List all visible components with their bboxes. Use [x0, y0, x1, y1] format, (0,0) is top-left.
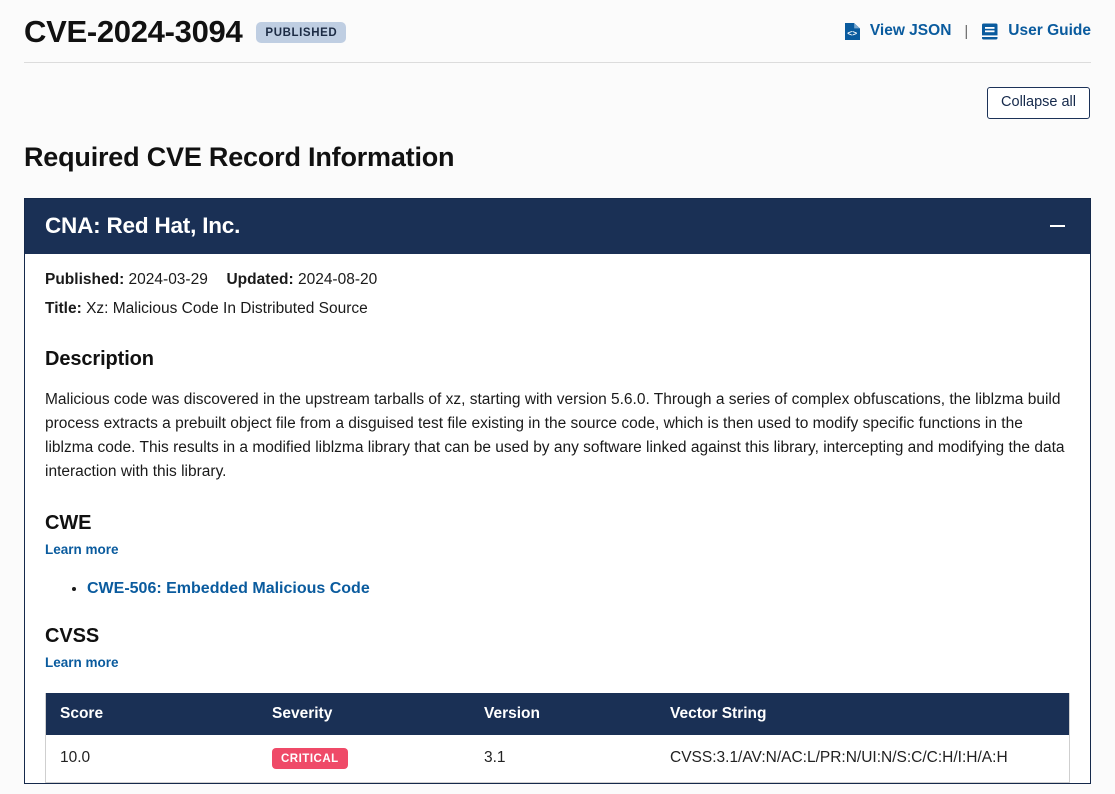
minus-icon[interactable] [1046, 215, 1068, 237]
cvss-table-body: 10.0 CRITICAL 3.1 CVSS:3.1/AV:N/AC:L/PR:… [46, 734, 1069, 782]
published-label: Published: [45, 270, 125, 288]
description-heading: Description [45, 347, 154, 370]
header-title-group: CVE-2024-3094 PUBLISHED [24, 13, 347, 49]
header-divider: | [964, 22, 969, 40]
view-json-link[interactable]: <> View JSON [844, 22, 952, 41]
status-badge: PUBLISHED [256, 21, 347, 43]
cell-severity: CRITICAL [258, 734, 470, 782]
cvss-table: Score Severity Version Vector String 10.… [46, 692, 1069, 782]
collapse-all-button[interactable]: Collapse all [987, 87, 1090, 119]
toolbar: Collapse all [0, 63, 1115, 119]
updated-label: Updated: [226, 270, 294, 288]
cna-panel: CNA: Red Hat, Inc. Published: 2024-03-29… [24, 197, 1091, 784]
section-title: Required CVE Record Information [24, 141, 455, 172]
severity-badge: CRITICAL [272, 747, 348, 769]
view-json-label: View JSON [869, 22, 952, 39]
title-label: Title: [45, 299, 82, 317]
title-value: Xz: Malicious Code In Distributed Source [86, 299, 368, 317]
page-header: CVE-2024-3094 PUBLISHED <> View JSON | U… [0, 0, 1115, 62]
record-title-line: Title: Xz: Malicious Code In Distributed… [45, 297, 1070, 321]
cna-panel-header[interactable]: CNA: Red Hat, Inc. [25, 198, 1090, 254]
cwe-heading: CWE [45, 511, 92, 534]
list-item: CWE-506: Embedded Malicious Code [87, 580, 1070, 598]
cvss-learn-more-link[interactable]: Learn more [45, 655, 119, 670]
table-header-row: Score Severity Version Vector String [46, 692, 1069, 735]
column-header-severity: Severity [258, 692, 470, 735]
cwe-learn-more-link[interactable]: Learn more [45, 542, 119, 557]
page-title: CVE-2024-3094 [24, 13, 243, 49]
updated-value: 2024-08-20 [297, 270, 378, 288]
cvss-heading: CVSS [45, 624, 100, 647]
column-header-vector-string: Vector String [656, 692, 1069, 735]
cna-panel-title: CNA: Red Hat, Inc. [45, 213, 241, 239]
cna-panel-body: Published: 2024-03-29 Updated: 2024-08-2… [25, 254, 1090, 783]
cell-vector-string: CVSS:3.1/AV:N/AC:L/PR:N/UI:N/S:C/C:H/I:H… [656, 734, 1069, 782]
table-row: 10.0 CRITICAL 3.1 CVSS:3.1/AV:N/AC:L/PR:… [46, 734, 1069, 782]
cell-score: 10.0 [46, 734, 258, 782]
cvss-table-head: Score Severity Version Vector String [46, 692, 1069, 735]
svg-text:<>: <> [847, 28, 857, 38]
cwe-list: CWE-506: Embedded Malicious Code [45, 580, 1070, 598]
file-code-icon: <> [844, 22, 861, 41]
user-guide-link[interactable]: User Guide [981, 22, 1091, 41]
book-icon [981, 22, 999, 41]
column-header-version: Version [470, 692, 656, 735]
user-guide-label: User Guide [1008, 22, 1091, 39]
header-actions: <> View JSON | User Guide [844, 22, 1091, 41]
published-value: 2024-03-29 [128, 270, 208, 288]
record-dates: Published: 2024-03-29 Updated: 2024-08-2… [45, 268, 1070, 292]
description-text: Malicious code was discovered in the ups… [45, 390, 1065, 481]
cvss-table-container: Score Severity Version Vector String 10.… [45, 692, 1070, 783]
cell-version: 3.1 [470, 734, 656, 782]
cwe-item-link[interactable]: CWE-506: Embedded Malicious Code [87, 580, 370, 597]
column-header-score: Score [46, 692, 258, 735]
